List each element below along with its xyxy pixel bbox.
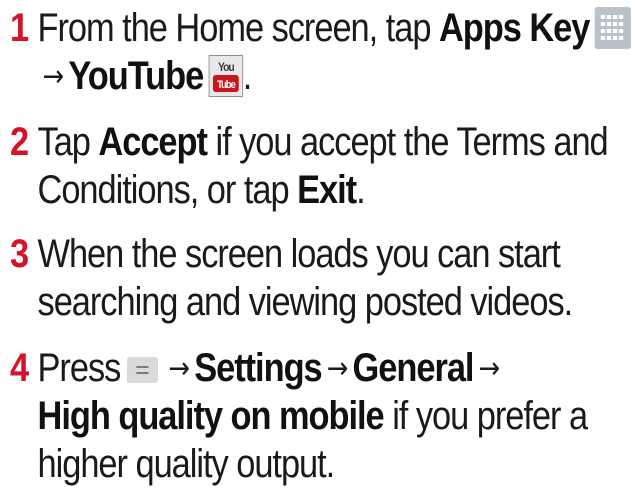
high-quality-label: High quality on mobile	[37, 394, 385, 438]
step-text: Conditions, or tap	[37, 168, 298, 212]
exit-label: Exit	[297, 168, 357, 212]
step-text: Tap	[37, 120, 99, 164]
step-2-line-1: 2 Tap Accept if you accept the Terms and	[10, 118, 609, 166]
step-1-line-1: 1 From the Home screen, tap Apps Key	[10, 4, 631, 52]
step-4-line-2: High quality on mobile if you prefer a	[10, 392, 589, 440]
step-3-line-1: 3 When the screen loads you can start	[10, 230, 561, 278]
youtube-app-icon: You Tube	[208, 55, 243, 97]
menu-key-icon	[127, 357, 159, 383]
step-1: 1 From the Home screen, tap Apps Key → You…	[10, 4, 631, 100]
step-3: 3 When the screen loads you can start sea…	[10, 230, 574, 326]
step-3-line-2: searching and viewing posted videos.	[10, 278, 574, 326]
youtube-label: YouTube	[68, 54, 204, 98]
step-text: searching and viewing posted videos.	[37, 280, 574, 324]
step-2-line-2: Conditions, or tap Exit.	[10, 166, 543, 214]
step-number: 4	[10, 346, 29, 390]
arrow-icon: →	[168, 351, 190, 386]
step-text: When the screen loads you can start	[37, 232, 561, 276]
accept-label: Accept	[98, 120, 208, 164]
arrow-icon: →	[326, 351, 349, 386]
apps-grid-icon	[594, 7, 631, 49]
step-text: higher quality output.	[37, 442, 336, 486]
step-number: 2	[10, 120, 29, 164]
step-text: Press	[37, 346, 122, 390]
step-number: 1	[10, 6, 29, 50]
step-text: if you accept the Terms and	[206, 120, 608, 164]
arrow-icon: →	[478, 351, 501, 386]
step-2: 2 Tap Accept if you accept the Terms and …	[10, 118, 609, 214]
step-4-line-3: higher quality output.	[10, 440, 543, 488]
youtube-icon-bottom-text: Tube	[217, 79, 236, 91]
instruction-page: 1 From the Home screen, tap Apps Key → You…	[0, 0, 635, 488]
general-label: General	[352, 346, 475, 390]
step-number: 3	[10, 232, 29, 276]
settings-label: Settings	[194, 346, 322, 390]
youtube-icon-top-text: You	[218, 61, 235, 74]
step-end: .	[356, 168, 366, 212]
step-4-line-1: 4 Press → Settings → General →	[10, 344, 543, 392]
step-text: From the Home screen, tap	[37, 6, 439, 50]
apps-key-label: Apps Key	[438, 6, 590, 50]
step-end: .	[242, 54, 253, 98]
step-text: if you prefer a	[383, 394, 588, 438]
step-1-line-2: → YouTube You Tube .	[10, 52, 543, 100]
arrow-icon: →	[42, 59, 65, 94]
step-4: 4 Press → Settings → General → High quality o…	[10, 344, 589, 488]
